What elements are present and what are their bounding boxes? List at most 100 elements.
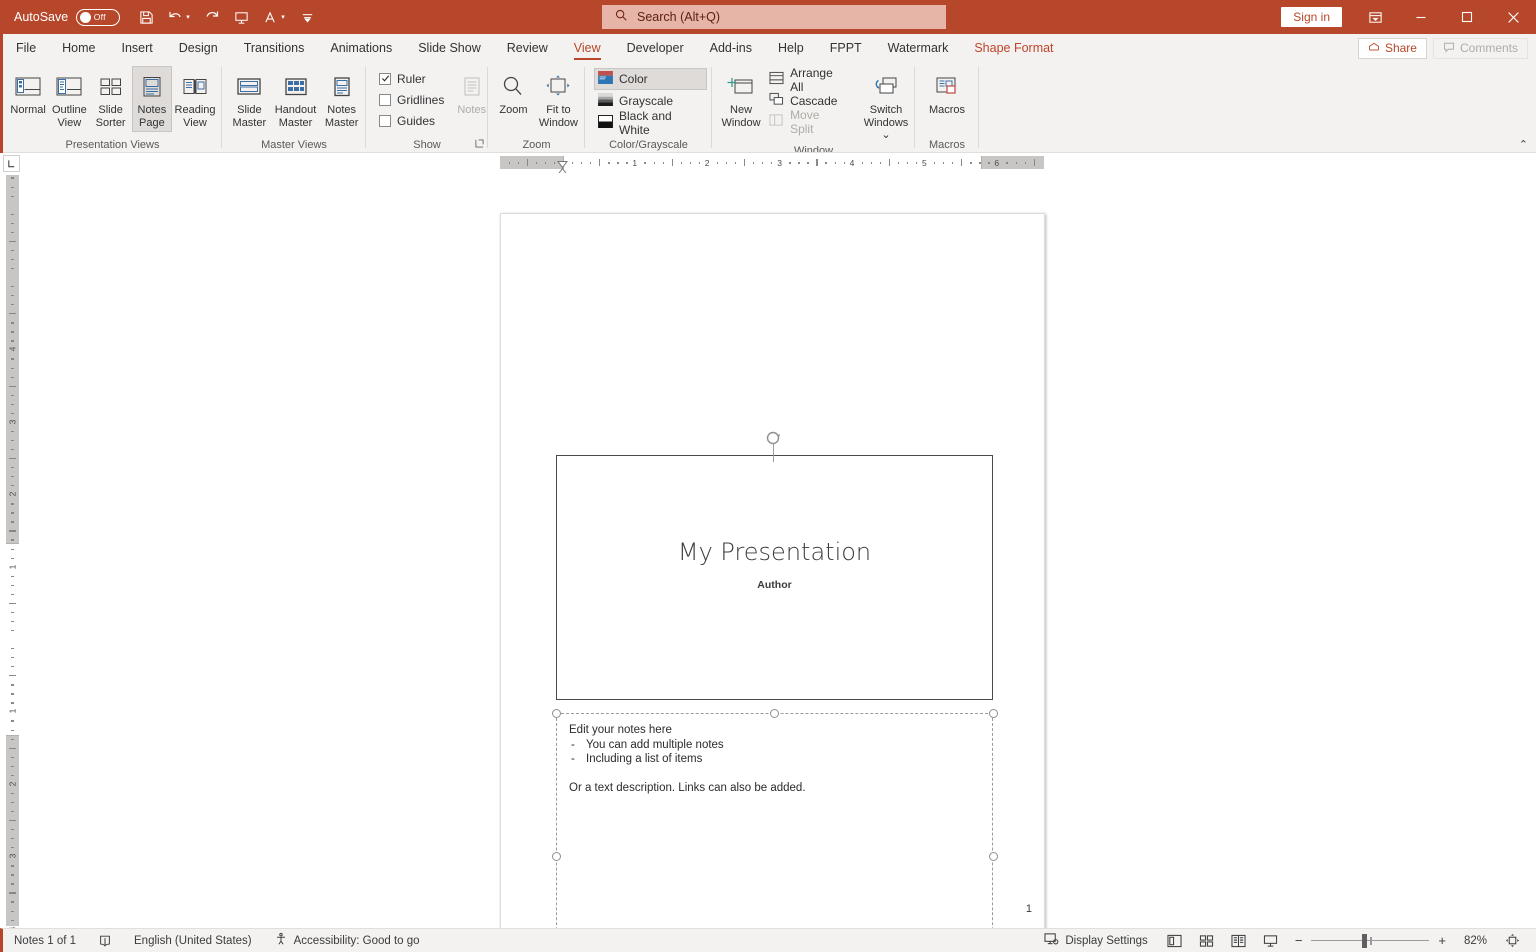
macros-label: Macros [929,104,965,117]
notes-count[interactable]: Notes 1 of 1 [3,929,87,952]
fit-to-window-button[interactable]: Fit to Window [537,66,580,132]
switch-windows-button[interactable]: Switch Windows ⌄ [862,66,910,145]
resize-handle-middle-left[interactable] [552,852,561,861]
language-indicator[interactable]: English (United States) [123,929,263,952]
slide-sorter-view-button[interactable] [1191,929,1223,952]
normal-view-button[interactable]: Normal [8,66,48,120]
sign-in-button[interactable]: Sign in [1281,7,1342,27]
close-button[interactable] [1490,0,1536,34]
resize-handle-middle-right[interactable] [989,852,998,861]
undo-dropdown-icon[interactable]: ▾ [186,13,196,21]
normal-view-icon [14,70,42,104]
accessibility-checker[interactable]: Accessibility: Good to go [263,929,431,952]
tab-file[interactable]: File [3,34,49,62]
gridlines-checkbox[interactable]: Gridlines [376,89,447,110]
resize-handle-top-right[interactable] [989,709,998,718]
horizontal-ruler[interactable]: 123456 [0,153,1536,173]
tab-fppt[interactable]: FPPT [817,34,875,62]
notes-page-button[interactable]: Notes Page [132,66,172,132]
zoom-slider-thumb[interactable] [1362,934,1367,948]
font-icon[interactable] [257,4,283,30]
ruler-tick [744,159,745,166]
ruler-tick [11,793,14,794]
share-button[interactable]: Share [1358,38,1427,59]
ruler-checkbox[interactable]: Ruler [376,68,447,89]
macros-button[interactable]: Macros [923,66,971,120]
minimize-button[interactable] [1398,0,1444,34]
undo-icon[interactable] [162,4,188,30]
reading-view-button[interactable] [1223,929,1255,952]
new-window-button[interactable]: New Window [718,66,764,132]
handout-master-button[interactable]: Handout Master [273,66,319,132]
slide-sorter-button[interactable]: Slide Sorter [91,66,131,132]
zoom-slider[interactable] [1311,933,1429,949]
tab-view[interactable]: View [561,34,614,62]
outline-view-button[interactable]: Outline View [49,66,89,132]
tab-watermark[interactable]: Watermark [875,34,962,62]
tab-help[interactable]: Help [765,34,817,62]
tab-slide-show[interactable]: Slide Show [405,34,494,62]
first-line-indent-marker[interactable] [557,155,568,162]
resize-handle-top-left[interactable] [552,709,561,718]
autosave-control[interactable]: AutoSave Off [14,9,120,26]
vertical-ruler[interactable]: 43211234 [4,175,20,926]
save-icon[interactable] [133,4,159,30]
comments-button[interactable]: Comments [1433,38,1528,59]
start-from-beginning-icon[interactable] [228,4,254,30]
ruler-tick [11,449,14,450]
notes-text[interactable]: Edit your notes here - You can add multi… [569,723,982,796]
tab-design[interactable]: Design [166,34,231,62]
slide-show-button[interactable] [1255,929,1287,952]
tab-review[interactable]: Review [494,34,561,62]
zoom-in-button[interactable]: + [1438,933,1446,948]
fit-slide-to-window-icon[interactable] [1496,929,1528,952]
notes-placeholder[interactable]: Edit your notes here - You can add multi… [556,713,993,928]
display-settings-button[interactable]: Display Settings [1033,929,1158,952]
cascade-label: Cascade [790,94,837,108]
reading-view-button[interactable]: Reading View [173,66,217,132]
ruler-tick [663,162,664,164]
autosave-toggle[interactable]: Off [76,9,120,26]
zoom-level-label[interactable]: 82% [1455,935,1487,947]
show-dialog-launcher-icon[interactable] [475,139,484,151]
tab-shape-format[interactable]: Shape Format [961,34,1066,62]
slide-thumbnail[interactable]: My Presentation Author [556,455,993,700]
tab-add-ins[interactable]: Add-ins [697,34,765,62]
notes-page[interactable]: My Presentation Author Edit your notes h… [500,213,1045,928]
tab-developer[interactable]: Developer [614,34,697,62]
guides-checkbox[interactable]: Guides [376,110,447,131]
redo-icon[interactable] [199,4,225,30]
zoom-out-button[interactable]: − [1295,933,1303,948]
ruler-tick [11,304,14,305]
notes-master-button[interactable]: Notes Master [322,66,361,132]
restore-button[interactable] [1444,0,1490,34]
tab-animations[interactable]: Animations [317,34,405,62]
ruler-tick [916,162,917,164]
slide-canvas[interactable]: My Presentation Author Edit your notes h… [26,173,1536,928]
customize-quick-access-toolbar-icon[interactable] [294,4,320,30]
ruler-tick [11,322,14,323]
window-commands-list: Arrange All Cascade [766,66,848,132]
color-mode-color[interactable]: Color [594,68,707,90]
move-split-button: Move Split [766,111,848,132]
hanging-indent-marker[interactable] [557,162,568,169]
slide-master-button[interactable]: Slide Master [230,66,269,132]
tab-home[interactable]: Home [49,34,108,62]
font-dropdown-icon[interactable]: ▾ [281,13,291,21]
ruler-tick [11,865,14,866]
tab-insert[interactable]: Insert [109,34,166,62]
ribbon-display-options-icon[interactable] [1352,0,1398,34]
spell-check-icon[interactable] [87,929,123,952]
collapse-ribbon-icon[interactable]: ⌃ [1519,138,1528,151]
cascade-icon [769,92,784,109]
resize-handle-top-center[interactable] [770,709,779,718]
tab-transitions[interactable]: Transitions [231,34,318,62]
ruler-number: 2 [8,488,18,501]
arrange-all-button[interactable]: Arrange All [766,69,848,90]
notes-pane-button[interactable]: Notes [455,66,488,120]
zoom-button[interactable]: Zoom [496,66,531,120]
search-box[interactable]: Search (Alt+Q) [602,5,946,29]
color-mode-black-and-white[interactable]: Black and White [594,112,707,134]
tab-stop-left-icon[interactable] [3,155,20,172]
normal-view-button[interactable] [1159,929,1191,952]
